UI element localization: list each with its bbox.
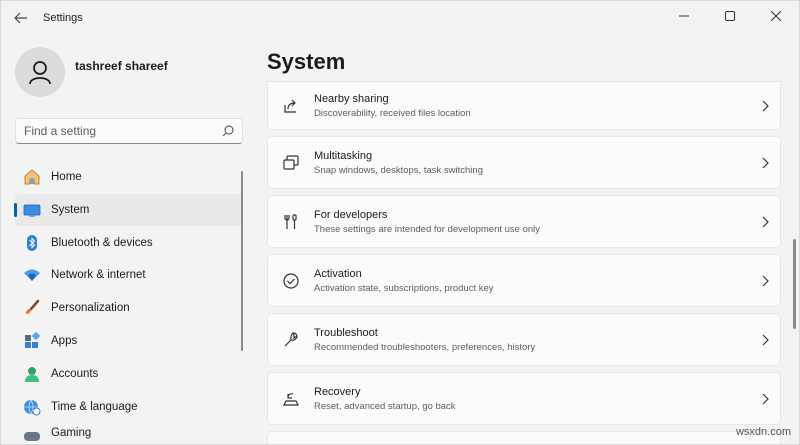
maximize-button[interactable] (707, 1, 753, 31)
setting-card-for-developers[interactable]: For developers These settings are intend… (267, 195, 781, 248)
setting-card-next[interactable] (267, 431, 781, 444)
person-icon (29, 61, 51, 85)
sidebar-item-apps[interactable]: Apps (15, 325, 243, 357)
developer-tools-icon (281, 212, 301, 232)
card-description: Recommended troubleshooters, preferences… (314, 341, 536, 353)
sidebar-item-label: Apps (51, 334, 78, 347)
system-icon (23, 201, 41, 219)
close-button[interactable] (753, 1, 799, 31)
wrench-icon (281, 330, 301, 350)
setting-card-nearby-sharing[interactable]: Nearby sharing Discoverability, received… (267, 81, 781, 130)
card-title: For developers (314, 208, 388, 221)
minimize-icon (679, 15, 689, 17)
sidebar-item-label: System (51, 203, 90, 216)
recovery-icon (281, 389, 301, 409)
sidebar-item-accounts[interactable]: Accounts (15, 358, 243, 390)
nav-scrollbar[interactable] (241, 171, 243, 351)
setting-card-activation[interactable]: Activation Activation state, subscriptio… (267, 254, 781, 307)
minimize-button[interactable] (661, 1, 707, 31)
sidebar-item-label: Personalization (51, 302, 130, 315)
sidebar-item-label: Network & internet (51, 269, 146, 282)
settings-window: Settings tashreef shareef Find a setting… (0, 0, 800, 445)
back-button[interactable] (1, 1, 41, 35)
window-controls (661, 1, 799, 31)
sidebar-item-personalization[interactable]: Personalization (15, 292, 243, 324)
settings-list: Nearby sharing Discoverability, received… (267, 81, 781, 444)
share-icon (281, 96, 301, 116)
setting-card-troubleshoot[interactable]: Troubleshoot Recommended troubleshooters… (267, 313, 781, 366)
page-title: System (267, 49, 346, 74)
close-icon (771, 11, 781, 21)
search-input[interactable] (24, 124, 222, 138)
home-icon (23, 168, 41, 186)
accounts-icon (23, 365, 41, 383)
gaming-icon (23, 427, 41, 442)
navigation-pane: tashreef shareef Home (1, 35, 253, 444)
sidebar-item-system[interactable]: System (14, 193, 243, 226)
sidebar-item-label: Home (51, 171, 82, 183)
main-content: System Nearby sharing Discoverability, r… (253, 35, 799, 444)
sidebar-item-label: Accounts (51, 367, 99, 380)
card-description: Discoverability, received files location (314, 107, 471, 119)
watermark: wsxdn.com (735, 426, 791, 438)
chevron-right-icon (750, 334, 780, 346)
title-bar: Settings (1, 1, 799, 35)
card-title: Troubleshoot (314, 326, 378, 339)
globe-clock-icon (23, 398, 41, 416)
chevron-right-icon (750, 157, 780, 169)
setting-card-recovery[interactable]: Recovery Reset, advanced startup, go bac… (267, 372, 781, 425)
card-title: Recovery (314, 385, 361, 398)
wifi-icon (23, 266, 41, 284)
search-box[interactable] (15, 118, 243, 144)
card-description: Snap windows, desktops, task switching (314, 164, 483, 176)
chevron-right-icon (750, 393, 780, 405)
search-icon[interactable] (222, 125, 234, 137)
card-description: Reset, advanced startup, go back (314, 400, 456, 412)
activation-check-icon (281, 271, 301, 291)
card-title: Activation (314, 267, 362, 280)
maximize-icon (725, 11, 735, 21)
profile-name: tashreef shareef (75, 59, 168, 73)
sidebar-item-gaming[interactable]: Gaming (15, 423, 243, 442)
card-description: These settings are intended for developm… (314, 223, 541, 235)
chevron-right-icon (750, 216, 780, 228)
sidebar-item-label: Time & language (51, 400, 138, 413)
nav-list: Home System Bluetooth & devices Network … (14, 161, 243, 442)
chevron-right-icon (750, 275, 780, 287)
chevron-right-icon (750, 100, 780, 112)
content-scrollbar[interactable] (793, 239, 796, 329)
card-title: Nearby sharing (314, 92, 389, 105)
sidebar-item-time-language[interactable]: Time & language (15, 391, 243, 423)
back-arrow-icon (14, 12, 27, 24)
app-title: Settings (43, 12, 83, 24)
sidebar-item-network[interactable]: Network & internet (15, 259, 243, 291)
sidebar-item-label: Bluetooth & devices (51, 236, 153, 249)
sidebar-item-home[interactable]: Home (15, 161, 243, 193)
avatar (15, 47, 65, 97)
sidebar-item-bluetooth[interactable]: Bluetooth & devices (15, 227, 243, 259)
sidebar-item-label: Gaming (51, 427, 92, 440)
setting-card-multitasking[interactable]: Multitasking Snap windows, desktops, tas… (267, 136, 781, 189)
apps-icon (23, 331, 41, 350)
bluetooth-icon (23, 234, 41, 252)
card-title: Multitasking (314, 149, 373, 162)
card-description: Activation state, subscriptions, product… (314, 282, 494, 294)
user-profile[interactable]: tashreef shareef (15, 47, 168, 97)
multitasking-icon (281, 153, 301, 173)
brush-icon (23, 299, 41, 317)
